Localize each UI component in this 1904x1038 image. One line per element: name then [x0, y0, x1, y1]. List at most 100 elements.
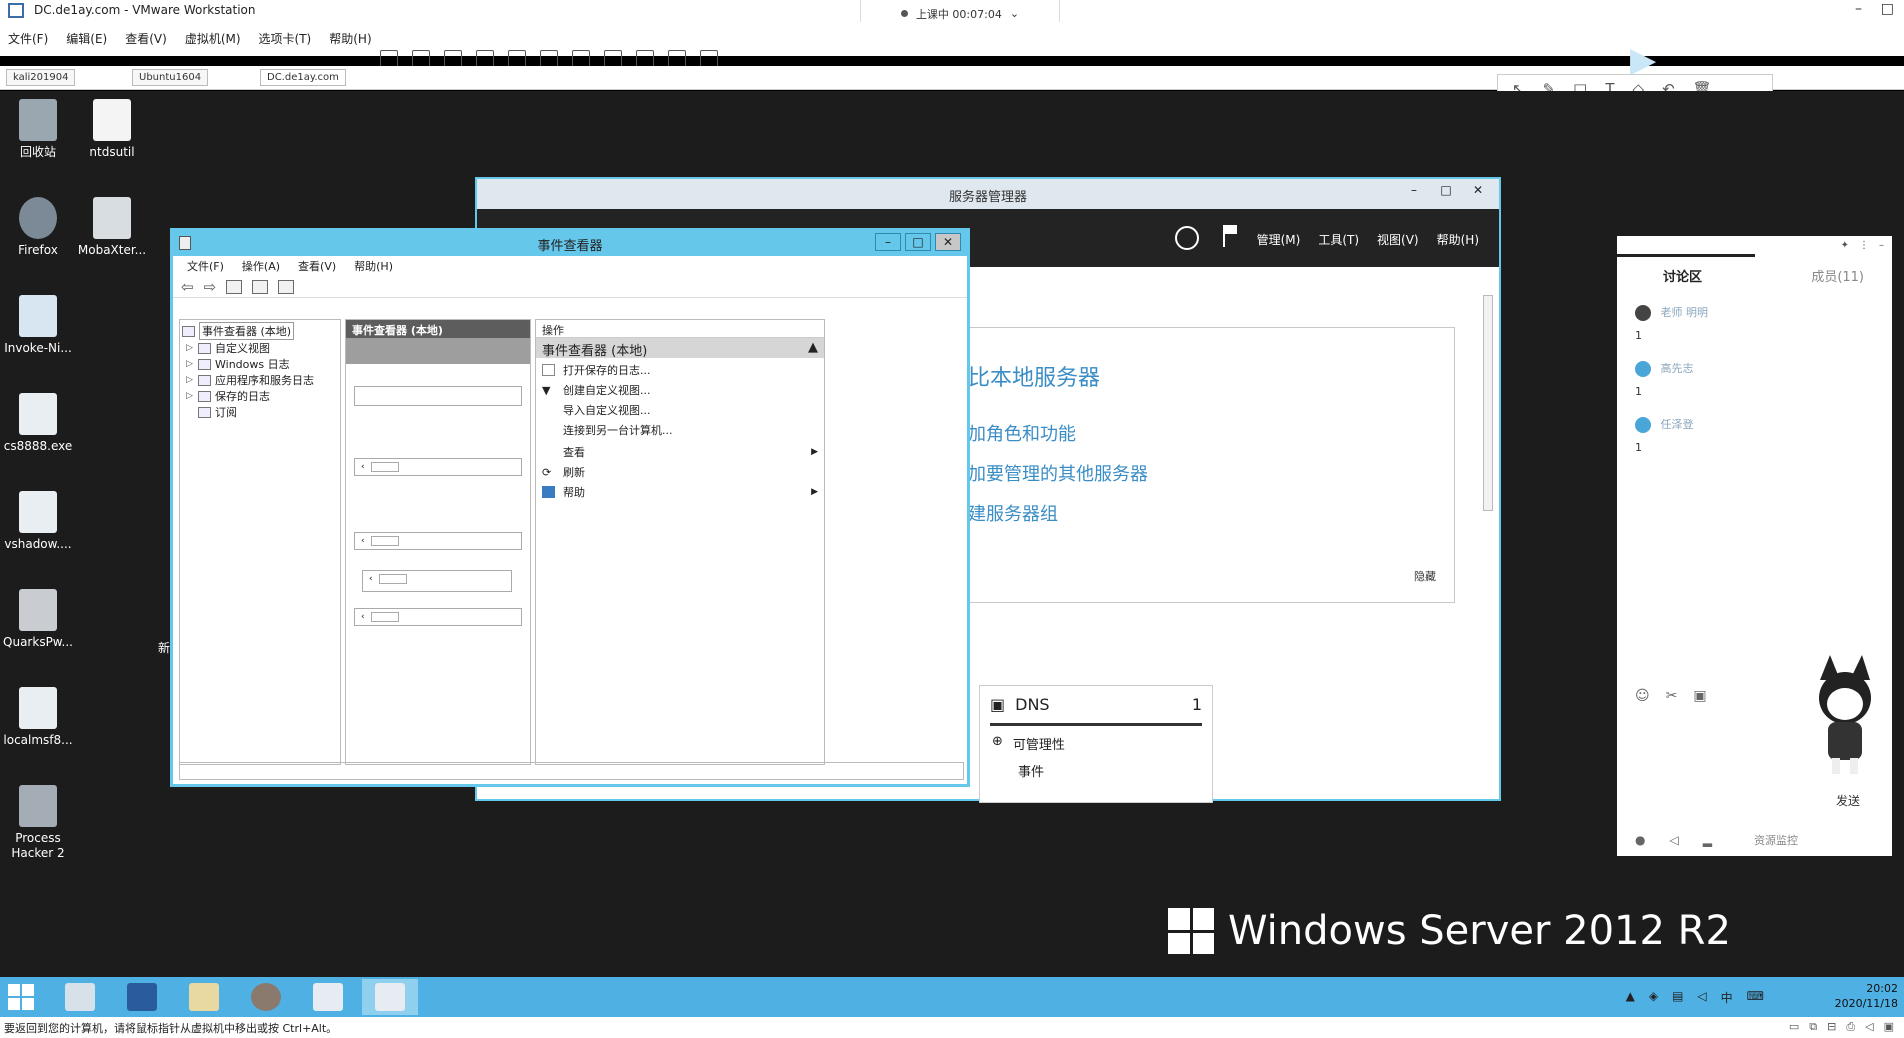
expand-icon[interactable]: ▷ [186, 343, 194, 353]
tree-item-root[interactable]: 事件查看器 (本地) [182, 322, 295, 340]
actions-section-header[interactable]: 事件查看器 (本地) ▲ [536, 338, 824, 359]
tab-members[interactable]: 成员(11) [1811, 266, 1864, 285]
server-manager-titlebar[interactable]: 服务器管理器 – □ ✕ [477, 179, 1499, 209]
tree-item-saved-logs[interactable]: ▷ 保存的日志 [186, 388, 270, 404]
maximize-icon[interactable]: □ [1881, 1, 1894, 17]
close-icon[interactable]: ✕ [935, 233, 961, 251]
menu-file[interactable]: 文件(F) [8, 30, 48, 47]
network-adapter-icon[interactable]: ⧉ [1809, 1020, 1817, 1034]
vertical-scrollbar[interactable] [1483, 281, 1493, 789]
resource-monitor-label[interactable]: 资源监控 [1754, 832, 1798, 848]
close-icon[interactable]: ✕ [1467, 183, 1489, 199]
desktop-icon-localmsf[interactable]: localmsf8... [0, 687, 76, 748]
desktop-icon-mobaxterm[interactable]: MobaXter... [74, 197, 150, 258]
desktop-icon-process-hacker[interactable]: Process Hacker 2 [0, 785, 76, 861]
desktop-icon-ntdsutil[interactable]: ntdsutil [74, 99, 150, 160]
maximize-icon[interactable]: □ [1435, 183, 1457, 199]
show-console-tree-icon[interactable] [226, 279, 243, 294]
expand-icon[interactable]: ▷ [186, 359, 194, 369]
menu-view[interactable]: 查看(V) [125, 30, 167, 47]
dns-row-manageability[interactable]: 可管理性 [1013, 734, 1065, 753]
tree-item-custom-views[interactable]: ▷ 自定义视图 [186, 340, 270, 356]
collapse-icon[interactable]: ▲ [808, 340, 818, 356]
tab-kali[interactable]: kali201904 [6, 69, 76, 86]
notifications-flag-icon[interactable] [1223, 225, 1237, 247]
desktop-icon-recycle-bin[interactable]: 回收站 [0, 99, 76, 160]
sm-menu-manage[interactable]: 管理(M) [1257, 231, 1301, 248]
refresh-icon[interactable] [1175, 226, 1199, 250]
action-open-saved-log[interactable]: 打开保存的日志... [542, 362, 818, 378]
menu-help[interactable]: 帮助(H) [329, 30, 371, 47]
expand-icon[interactable]: ▷ [186, 391, 194, 401]
dns-row-events[interactable]: 事件 [1018, 761, 1044, 780]
minimize-icon[interactable]: – [1855, 1, 1862, 17]
horizontal-scrollbar[interactable]: ‹ [354, 532, 522, 550]
send-button[interactable]: 发送 [1836, 792, 1860, 809]
sound-icon[interactable]: ◁ [1865, 1020, 1873, 1034]
show-hidden-icon[interactable]: ▲ [1626, 989, 1635, 1006]
link-add-roles[interactable]: 加角色和功能 [968, 420, 1076, 446]
menu-vm[interactable]: 虚拟机(M) [185, 30, 241, 47]
tab-discussion[interactable]: 讨论区 [1663, 266, 1702, 285]
hdd-icon[interactable]: ▭ [1789, 1020, 1799, 1034]
taskbar-event-viewer[interactable] [362, 979, 418, 1015]
usb-icon[interactable]: ⊟ [1827, 1020, 1836, 1034]
taskbar-app[interactable] [300, 979, 356, 1015]
link-add-servers[interactable]: 加要管理的其他服务器 [968, 460, 1148, 486]
taskbar-firefox[interactable] [238, 979, 294, 1015]
forward-arrow-icon[interactable]: ⇨ [204, 278, 217, 296]
image-icon[interactable]: ▣ [1693, 688, 1706, 704]
taskbar-powershell[interactable] [114, 979, 170, 1015]
tab-ubuntu[interactable]: Ubuntu1604 [132, 69, 209, 86]
sm-menu-view[interactable]: 视图(V) [1377, 231, 1419, 248]
microphone-icon[interactable]: ● [1635, 833, 1645, 847]
tree-item-subscriptions[interactable]: 订阅 [198, 404, 237, 420]
start-button[interactable] [8, 984, 34, 1010]
sm-menu-tools[interactable]: 工具(T) [1318, 231, 1359, 248]
desktop-icon-invoke[interactable]: Invoke-Ni... [0, 295, 76, 356]
desktop-icon-cs8888[interactable]: cs8888.exe [0, 393, 76, 454]
menu-tabs[interactable]: 选项卡(T) [259, 30, 312, 47]
minimize-icon[interactable]: – [1403, 183, 1425, 199]
hide-button[interactable]: 隐藏 [1414, 568, 1436, 584]
back-arrow-icon[interactable]: ⇦ [181, 278, 194, 296]
action-view[interactable]: 查看 ▶ [542, 444, 818, 460]
maximize-icon[interactable]: □ [905, 233, 931, 251]
taskbar-server-manager[interactable] [52, 979, 108, 1015]
dns-role-tile[interactable]: ▣ DNS 1 ⊕ 可管理性 事件 [979, 685, 1213, 803]
expand-icon[interactable]: ▷ [186, 375, 194, 385]
desktop-icon-firefox[interactable]: Firefox [0, 197, 76, 258]
volume-icon[interactable]: ◁ [1697, 989, 1706, 1006]
taskbar-explorer[interactable] [176, 979, 232, 1015]
ev-menu-help[interactable]: 帮助(H) [354, 258, 393, 274]
action-refresh[interactable]: ⟳ 刷新 [542, 464, 818, 480]
help-icon[interactable] [252, 279, 269, 294]
link-create-group[interactable]: 建服务器组 [968, 500, 1058, 526]
ev-menu-file[interactable]: 文件(F) [187, 258, 224, 274]
clock[interactable]: 20:02 2020/11/18 [1835, 981, 1898, 1011]
speaker-icon[interactable]: ◁ [1669, 833, 1678, 847]
scissors-icon[interactable]: ✂ [1666, 688, 1678, 704]
action-connect-computer[interactable]: 连接到另一台计算机... [542, 422, 818, 438]
tree-item-app-service-logs[interactable]: ▷ 应用程序和服务日志 [186, 372, 314, 388]
action-center-icon[interactable]: ▤ [1672, 989, 1683, 1006]
emoji-icon[interactable]: ☺ [1635, 688, 1650, 704]
keyboard-icon[interactable]: ⌨ [1747, 989, 1764, 1006]
action-create-custom-view[interactable]: ▼ 创建自定义视图... [542, 382, 818, 398]
ime-indicator[interactable]: 中 [1721, 989, 1733, 1006]
desktop-icon-vshadow[interactable]: vshadow.... [0, 491, 76, 552]
sm-menu-help[interactable]: 帮助(H) [1437, 231, 1479, 248]
tree-item-windows-logs[interactable]: ▷ Windows 日志 [186, 356, 290, 372]
tab-dc[interactable]: DC.de1ay.com [260, 69, 346, 86]
action-help[interactable]: 帮助 ▶ [542, 484, 818, 500]
horizontal-scrollbar[interactable]: ‹ [354, 608, 522, 626]
display-icon[interactable]: ▣ [1884, 1020, 1894, 1034]
menu-edit[interactable]: 编辑(E) [66, 30, 107, 47]
desktop-icon-quarkspw[interactable]: QuarksPw... [0, 589, 76, 650]
printer-icon[interactable]: ⎙ [1846, 1020, 1855, 1034]
horizontal-scrollbar[interactable]: ‹ [354, 458, 522, 476]
ev-menu-action[interactable]: 操作(A) [242, 258, 280, 274]
network-icon[interactable]: ◈ [1649, 989, 1658, 1006]
show-action-pane-icon[interactable] [278, 279, 295, 294]
minimize-icon[interactable]: – [875, 233, 901, 251]
